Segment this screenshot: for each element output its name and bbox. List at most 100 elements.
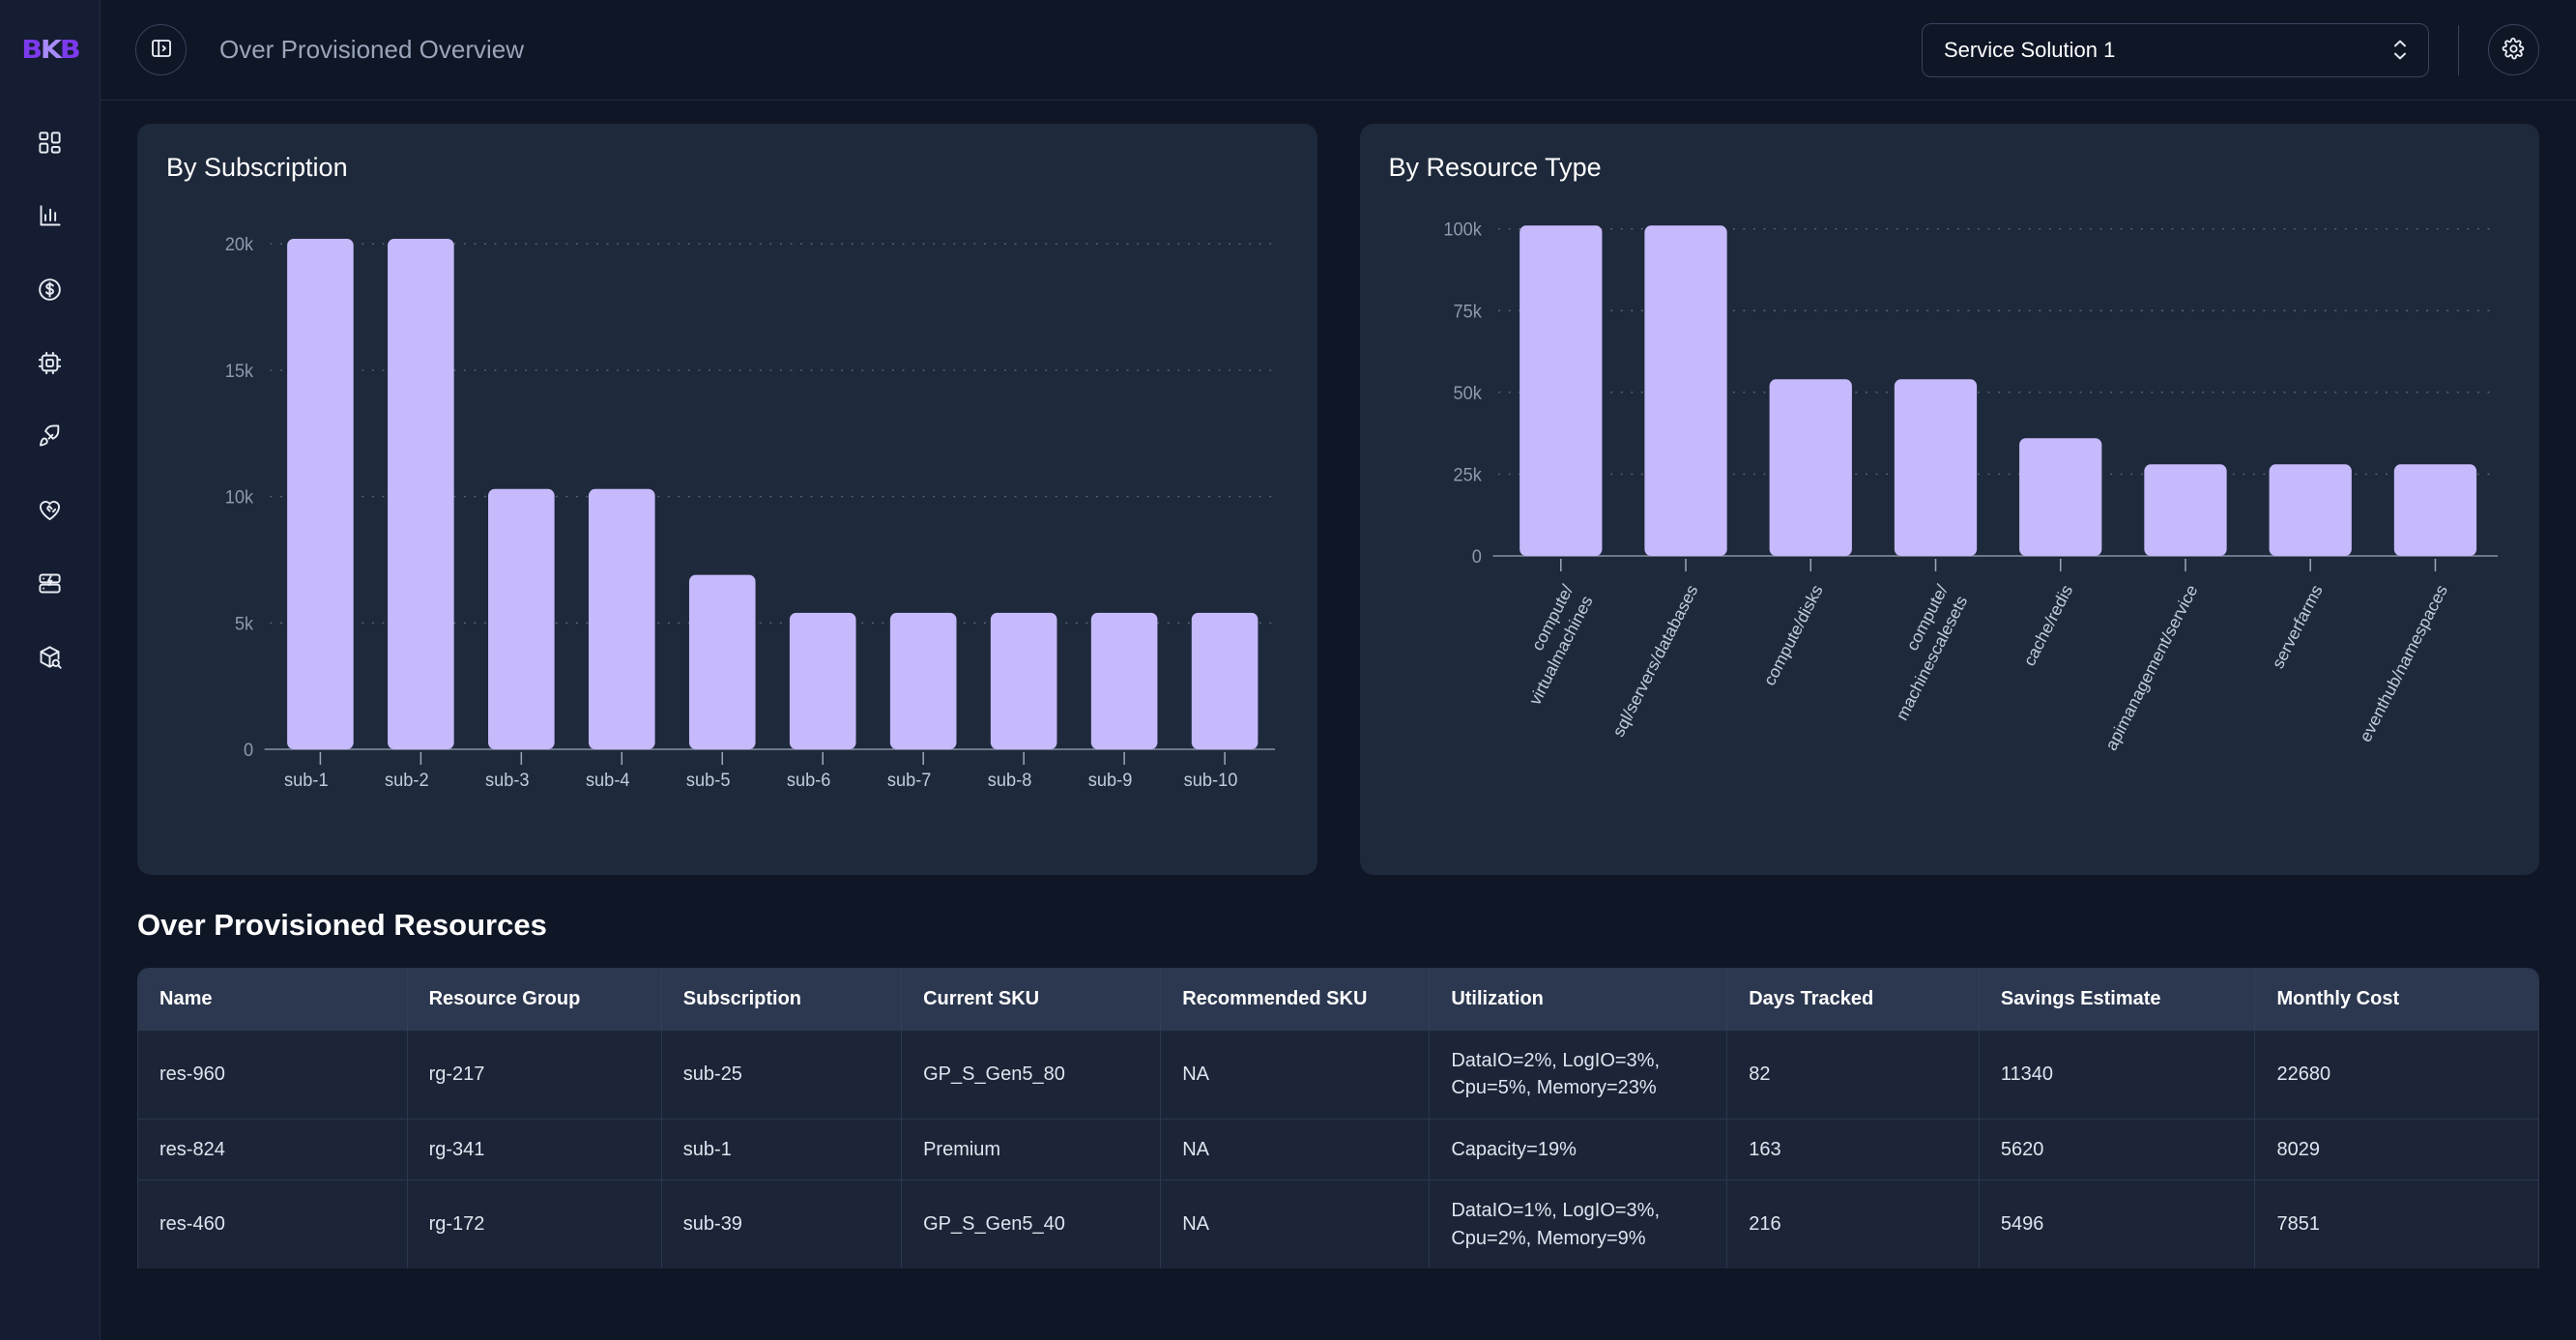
y-axis-tick-label: 100k bbox=[1443, 218, 1482, 239]
x-axis-tick-label: sub-9 bbox=[1088, 770, 1133, 790]
column-header-monthly-cost[interactable]: Monthly Cost bbox=[2254, 969, 2538, 1031]
cell-subscription: sub-25 bbox=[661, 1030, 903, 1120]
bar[interactable] bbox=[287, 238, 354, 750]
column-header-resource-group[interactable]: Resource Group bbox=[407, 969, 662, 1031]
column-header-current-sku[interactable]: Current SKU bbox=[901, 969, 1162, 1031]
logo-char-3: B bbox=[59, 36, 80, 65]
bar[interactable] bbox=[2393, 464, 2476, 556]
bar[interactable] bbox=[990, 612, 1057, 749]
y-axis-tick-label: 10k bbox=[225, 486, 254, 507]
chart-by-subscription[interactable]: 0 5k 10k 15k 20k sub-1 sub-2 sub-3 sub-4 sub-5 sub… bbox=[166, 196, 1288, 825]
bar[interactable] bbox=[1191, 612, 1259, 749]
package-search-icon bbox=[37, 644, 63, 675]
x-axis-tick-label: sub-6 bbox=[787, 770, 831, 790]
cell-current-sku: GP_S_Gen5_80 bbox=[901, 1030, 1162, 1120]
svg-text:serverfarms: serverfarms bbox=[2268, 581, 2326, 672]
settings-button[interactable] bbox=[2488, 24, 2539, 75]
cell-days-tracked: 216 bbox=[1726, 1180, 1980, 1268]
bar[interactable] bbox=[1090, 612, 1158, 749]
sidebar-item-dashboard[interactable] bbox=[23, 120, 77, 170]
x-axis-tick-label: compute/machinescalesets bbox=[1892, 581, 1971, 723]
bar[interactable] bbox=[789, 612, 856, 749]
bar[interactable] bbox=[1643, 225, 1727, 556]
table-row[interactable]: res-824 rg-341 sub-1 Premium NA Capacity=19% 1… bbox=[138, 1118, 2538, 1180]
panel-by-subscription: By Subscription 0 5k 10k 15k 20k sub-1 sub-2 su… bbox=[137, 124, 1317, 875]
bar[interactable] bbox=[1769, 379, 1852, 556]
top-bar: Over Provisioned Overview Service Soluti… bbox=[101, 0, 2576, 101]
cell-name: res-824 bbox=[138, 1118, 408, 1180]
cell-name: res-960 bbox=[138, 1030, 408, 1120]
bar[interactable] bbox=[2143, 464, 2227, 556]
resources-table: Name Resource Group Subscription Current… bbox=[138, 969, 2538, 1268]
cell-savings-estimate: 5620 bbox=[1979, 1118, 2256, 1180]
x-axis-tick-label: sub-4 bbox=[586, 770, 630, 790]
sidebar-item-cost[interactable] bbox=[23, 267, 77, 317]
y-axis-tick-label: 75k bbox=[1453, 301, 1482, 321]
x-axis-tick-label: sub-10 bbox=[1184, 770, 1238, 790]
x-axis-tick-label: sub-3 bbox=[485, 770, 530, 790]
column-header-utilization[interactable]: Utilization bbox=[1429, 969, 1728, 1031]
sidebar-item-optimize[interactable] bbox=[23, 414, 77, 464]
sidebar-item-analytics[interactable] bbox=[23, 193, 77, 244]
bar[interactable] bbox=[488, 488, 555, 749]
content-area: By Subscription 0 5k 10k 15k 20k sub-1 sub-2 su… bbox=[101, 101, 2576, 1340]
panel-title-by-resource-type: By Resource Type bbox=[1388, 153, 1602, 182]
charts-row: By Subscription 0 5k 10k 15k 20k sub-1 sub-2 su… bbox=[137, 124, 2539, 875]
bar[interactable] bbox=[1519, 225, 1602, 556]
bar[interactable] bbox=[388, 238, 454, 750]
column-header-subscription[interactable]: Subscription bbox=[661, 969, 903, 1031]
column-header-savings-estimate[interactable]: Savings Estimate bbox=[1979, 969, 2256, 1031]
chart-by-resource-type[interactable]: 0 25k 50k 75k 100k compute/virtualmachines sql… bbox=[1389, 196, 2511, 825]
cell-utilization: DataIO=1%, LogIO=3%, Cpu=2%, Memory=9% bbox=[1429, 1180, 1728, 1268]
grid-icon bbox=[37, 130, 63, 160]
y-axis-tick-label: 50k bbox=[1453, 382, 1482, 402]
sidebar: BKB bbox=[0, 0, 101, 1340]
cell-days-tracked: 163 bbox=[1726, 1118, 1980, 1180]
sidebar-item-compute[interactable] bbox=[23, 340, 77, 391]
cell-current-sku: Premium bbox=[901, 1118, 1162, 1180]
x-axis-tick-label: cache/redis bbox=[2019, 581, 2076, 669]
top-bar-divider bbox=[2458, 24, 2459, 75]
column-header-name[interactable]: Name bbox=[138, 969, 408, 1031]
x-axis-tick-label: eventhub/namespaces bbox=[2356, 581, 2451, 745]
chevron-updown-icon bbox=[2393, 40, 2407, 60]
logo-char-2: K bbox=[40, 36, 62, 65]
cell-resource-group: rg-172 bbox=[407, 1180, 662, 1268]
over-provisioned-resources-section: Over Provisioned Resources Name Resource… bbox=[137, 908, 2539, 1268]
y-axis-tick-label: 0 bbox=[244, 740, 253, 760]
cell-utilization: DataIO=2%, LogIO=3%, Cpu=5%, Memory=23% bbox=[1429, 1030, 1728, 1120]
panel-title-by-subscription: By Subscription bbox=[166, 153, 348, 182]
column-header-recommended-sku[interactable]: Recommended SKU bbox=[1160, 969, 1431, 1031]
y-axis-tick-label: 5k bbox=[235, 613, 254, 633]
cell-resource-group: rg-217 bbox=[407, 1030, 662, 1120]
table-row[interactable]: res-460 rg-172 sub-39 GP_S_Gen5_40 NA DataIO=… bbox=[138, 1180, 2538, 1268]
cell-days-tracked: 82 bbox=[1726, 1030, 1980, 1120]
x-axis-tick-label: serverfarms bbox=[2268, 581, 2326, 672]
bar[interactable] bbox=[889, 612, 957, 749]
sidebar-item-inventory[interactable] bbox=[23, 634, 77, 685]
page-title: Over Provisioned Overview bbox=[219, 35, 524, 64]
bar[interactable] bbox=[2269, 464, 2352, 556]
sidebar-item-health[interactable] bbox=[23, 487, 77, 538]
cell-monthly-cost: 7851 bbox=[2254, 1180, 2538, 1268]
column-header-days-tracked[interactable]: Days Tracked bbox=[1726, 969, 1980, 1031]
bar[interactable] bbox=[2018, 438, 2101, 556]
sidebar-item-servers[interactable] bbox=[23, 561, 77, 611]
svg-text:cache/redis: cache/redis bbox=[2019, 581, 2076, 669]
brand-logo[interactable]: BKB bbox=[0, 0, 100, 101]
table-row[interactable]: res-960 rg-217 sub-25 GP_S_Gen5_80 NA DataIO=… bbox=[138, 1030, 2538, 1120]
cell-subscription: sub-39 bbox=[661, 1180, 903, 1268]
cell-name: res-460 bbox=[138, 1180, 408, 1268]
app-root: BKB Over Provisioned Overview Service So… bbox=[0, 0, 2576, 1340]
x-axis-tick-label: compute/disks bbox=[1759, 581, 1826, 688]
cell-savings-estimate: 5496 bbox=[1979, 1180, 2256, 1268]
server-bolt-icon bbox=[37, 570, 63, 601]
bar[interactable] bbox=[1894, 379, 1977, 556]
x-axis-tick-label: compute/virtualmachines bbox=[1524, 581, 1596, 708]
bar[interactable] bbox=[588, 488, 655, 749]
svg-text:eventhub/namespaces: eventhub/namespaces bbox=[2356, 581, 2451, 745]
cell-resource-group: rg-341 bbox=[407, 1118, 662, 1180]
sidebar-toggle-button[interactable] bbox=[135, 24, 187, 75]
bar[interactable] bbox=[688, 574, 756, 749]
solution-select[interactable]: Service Solution 1 bbox=[1922, 22, 2429, 77]
